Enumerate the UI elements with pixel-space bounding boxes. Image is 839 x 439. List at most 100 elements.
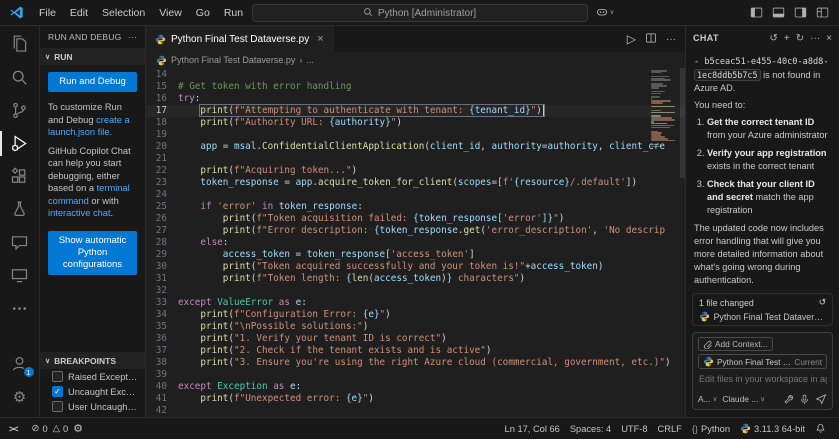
command-center-search[interactable]: Python [Administrator] [252,4,588,22]
line-number[interactable]: 17 [146,105,178,117]
line-number[interactable]: 37 [146,345,178,357]
run-file-icon[interactable]: ▷ [627,32,636,46]
chat-input-box[interactable]: Add Context... Python Final Test Data Cu… [692,332,833,410]
code-line-18[interactable]: 18 print(f"Authority URL: {authority}") [146,117,685,129]
breakpoints-section-header[interactable]: ∨ BREAKPOINTS [40,352,145,369]
line-number[interactable]: 38 [146,357,178,369]
menu-go[interactable]: Go [189,7,217,19]
line-number[interactable]: 33 [146,297,178,309]
chat-history-icon[interactable]: ↻ [796,33,804,44]
code-line-33[interactable]: 33except ValueError as e: [146,297,685,309]
breadcrumb[interactable]: Python Final Test Dataverse.py › ... [146,52,685,68]
notifications-bell-icon[interactable] [810,423,831,434]
send-icon[interactable] [815,393,827,405]
code-text[interactable]: print(f"Configuration Error: {e}") [178,309,685,321]
line-number[interactable]: 31 [146,273,178,285]
activitybar-explorer-icon[interactable] [0,28,40,61]
line-number[interactable]: 32 [146,285,178,297]
code-text[interactable]: print("\nPossible solutions:") [178,321,685,333]
code-line-23[interactable]: 23 token_response = app.acquire_token_fo… [146,177,685,189]
line-number[interactable]: 27 [146,225,178,237]
accounts-icon[interactable]: 1 [0,347,40,380]
code-text[interactable]: print(f"Error description: {token_respon… [178,225,685,237]
activitybar-remote-explorer-icon[interactable] [0,259,40,292]
line-number[interactable]: 40 [146,381,178,393]
code-text[interactable]: print(f"Attempting to authenticate with … [178,105,685,117]
code-line-36[interactable]: 36 print("1. Verify your tenant ID is co… [146,333,685,345]
code-text[interactable]: try: [178,93,685,105]
undo-edits-icon[interactable]: ↺ [819,297,826,308]
current-file-chip[interactable]: Python Final Test Data Current [698,354,827,369]
chat-more-icon[interactable]: ··· [810,33,820,44]
line-number[interactable]: 28 [146,237,178,249]
toggle-panel-icon[interactable] [772,6,785,19]
line-number[interactable]: 15 [146,81,178,93]
line-number[interactable]: 29 [146,249,178,261]
code-line-31[interactable]: 31 print(f"Token length: {len(access_tok… [146,273,685,285]
editor-scrollbar[interactable] [680,68,685,178]
code-text[interactable]: app = msal.ConfidentialClientApplication… [178,141,685,153]
code-line-37[interactable]: 37 print("2. Check if the tenant exists … [146,345,685,357]
code-text[interactable] [178,153,685,165]
code-line-21[interactable]: 21 [146,153,685,165]
breakpoint-item[interactable]: Raised Exceptions [40,369,145,384]
activitybar-source-control-icon[interactable] [0,94,40,127]
code-text[interactable]: token_response = app.acquire_token_for_c… [178,177,685,189]
line-number[interactable]: 42 [146,405,178,417]
code-text[interactable]: print(f"Acquiring token...") [178,165,685,177]
line-number[interactable]: 16 [146,93,178,105]
copilot-debug-link[interactable]: interactive chat [48,208,111,218]
line-number[interactable]: 35 [146,321,178,333]
code-line-16[interactable]: 16try: [146,93,685,105]
code-line-17[interactable]: 17 print(f"Attempting to authenticate wi… [146,105,685,117]
code-text[interactable] [178,405,685,417]
code-line-34[interactable]: 34 print(f"Configuration Error: {e}") [146,309,685,321]
toggle-primary-sidebar-icon[interactable] [750,6,763,19]
code-text[interactable]: print("2. Check if the tenant exists and… [178,345,685,357]
breakpoint-item[interactable]: ✓Uncaught Excep... [40,384,145,399]
remote-indicator[interactable]: >< [0,418,27,439]
code-text[interactable]: print("3. Ensure you're using the right … [178,357,685,369]
activitybar-run-and-debug-icon[interactable] [0,127,40,160]
activitybar-search-icon[interactable] [0,61,40,94]
code-line-40[interactable]: 40except Exception as e: [146,381,685,393]
code-line-30[interactable]: 30 print("Token acquired successfully an… [146,261,685,273]
breakpoint-checkbox[interactable] [52,371,63,382]
tools-icon[interactable] [783,394,794,405]
line-number[interactable]: 36 [146,333,178,345]
run-section-header[interactable]: ∨ RUN [40,48,145,65]
copilot-menu-icon[interactable]: ∨ [596,6,615,18]
line-number[interactable]: 24 [146,189,178,201]
problems-warnings[interactable]: △ 0 [53,418,73,439]
code-text[interactable] [178,285,685,297]
code-text[interactable]: print(f"Token acquisition failed: {token… [178,213,685,225]
activitybar-chat-icon[interactable] [0,226,40,259]
encoding[interactable]: UTF-8 [616,424,652,434]
code-text[interactable]: except ValueError as e: [178,297,685,309]
add-context-button[interactable]: Add Context... [698,337,773,351]
code-text[interactable]: else: [178,237,685,249]
code-text[interactable]: # Get token with error handling [178,81,685,93]
code-line-26[interactable]: 26 print(f"Token acquisition failed: {to… [146,213,685,225]
breakpoint-checkbox[interactable]: ✓ [52,386,63,397]
line-number[interactable]: 41 [146,393,178,405]
code-text[interactable]: print(f"Unexpected error: {e}") [178,393,685,405]
code-line-39[interactable]: 39 [146,369,685,381]
code-line-41[interactable]: 41 print(f"Unexpected error: {e}") [146,393,685,405]
code-line-15[interactable]: 15# Get token with error handling [146,81,685,93]
code-text[interactable]: if 'error' in token_response: [178,201,685,213]
customize-layout-icon[interactable] [816,6,829,19]
run-and-debug-button[interactable]: Run and Debug [48,72,137,92]
chat-undo-icon[interactable]: ↺ [770,33,778,44]
problems-errors[interactable]: ⊘ 0 [27,418,53,439]
line-number[interactable]: 23 [146,177,178,189]
line-number[interactable]: 34 [146,309,178,321]
menu-view[interactable]: View [152,7,189,19]
line-number[interactable]: 25 [146,201,178,213]
code-line-22[interactable]: 22 print(f"Acquiring token...") [146,165,685,177]
editor-more-icon[interactable]: ··· [666,34,676,45]
code-line-25[interactable]: 25 if 'error' in token_response: [146,201,685,213]
agent-mode-selector[interactable]: A...∨ [698,394,717,404]
show-auto-python-config-button[interactable]: Show automatic Python configurations [48,231,137,275]
menu-selection[interactable]: Selection [95,7,152,19]
